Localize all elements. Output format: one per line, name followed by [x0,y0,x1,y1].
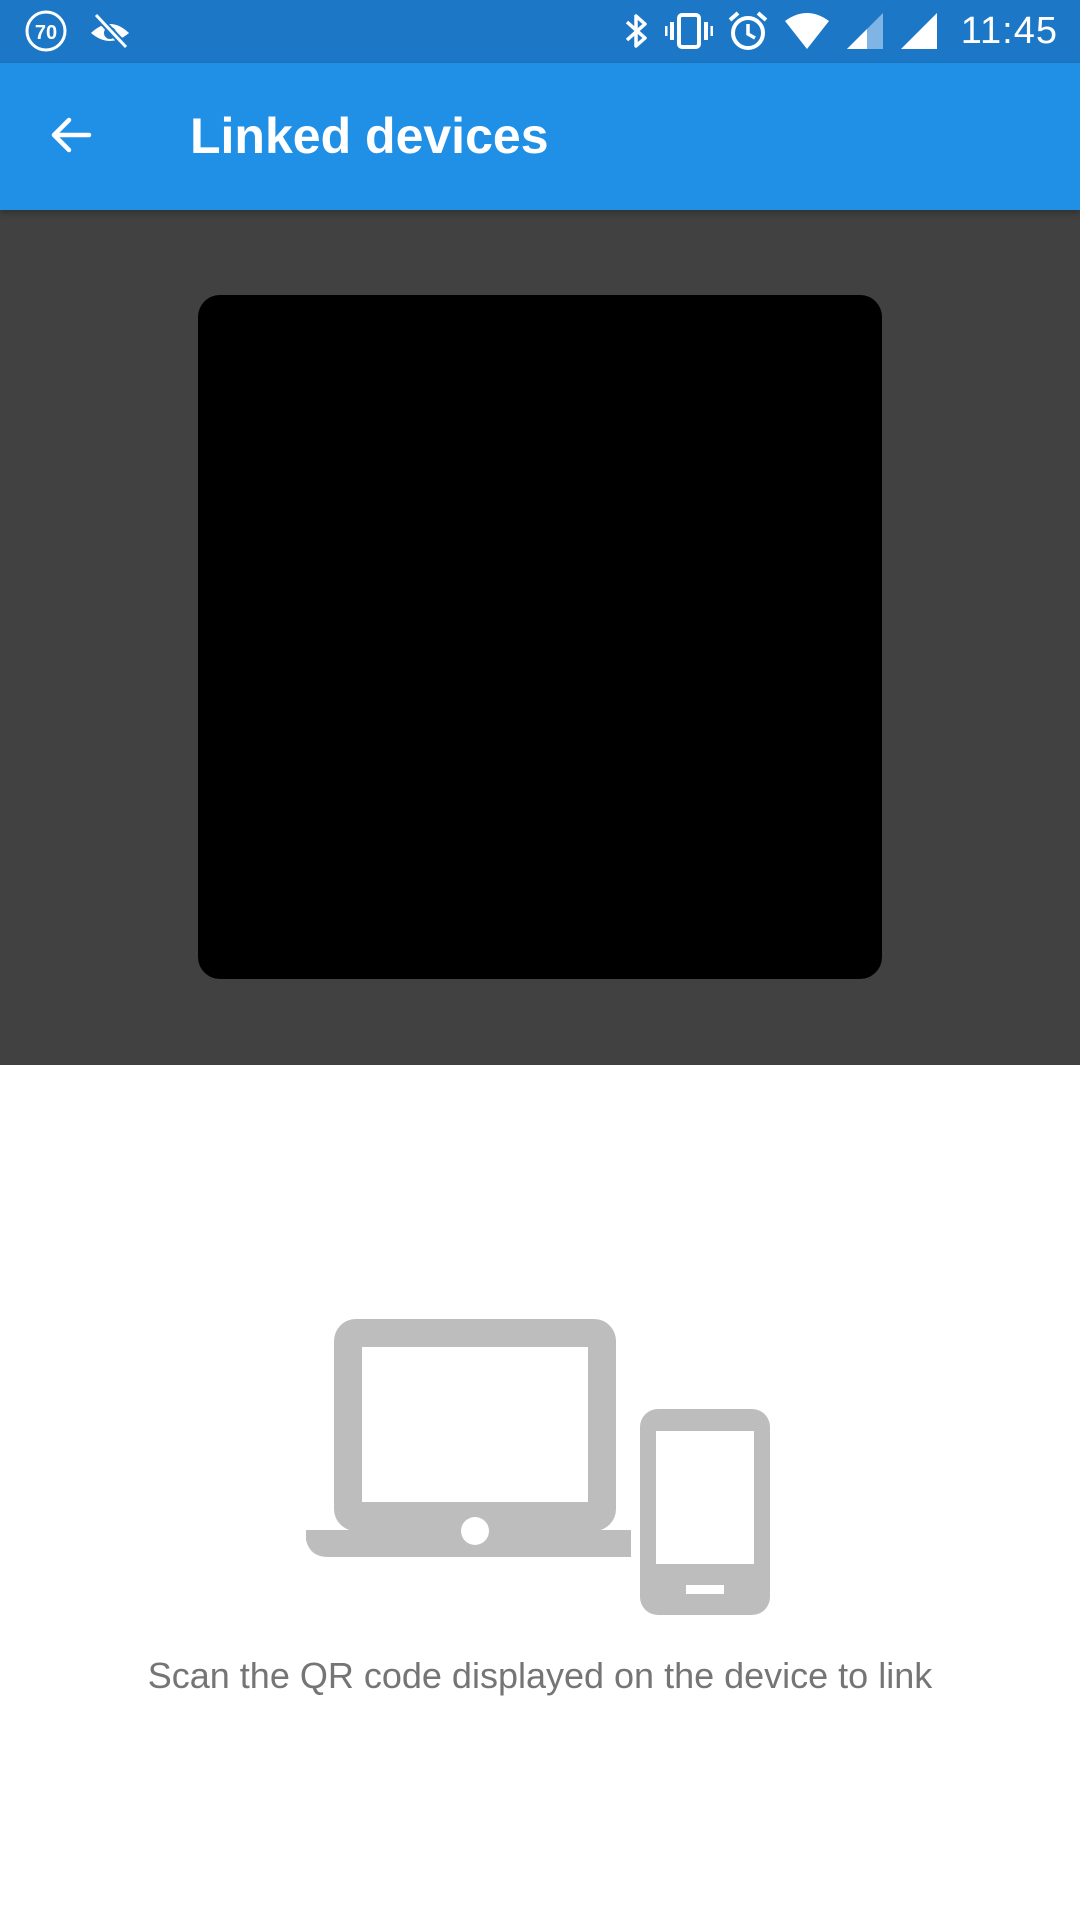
speed-limit-badge-icon: 70 [24,9,68,53]
app-bar: Linked devices [0,63,1080,210]
page-title: Linked devices [190,108,549,164]
speed-limit-value: 70 [35,22,57,44]
scan-instruction-text: Scan the QR code displayed on the device… [147,1655,933,1696]
alarm-icon [727,10,769,52]
status-bar: 70 11:45 [0,0,1080,63]
cell-signal-full-icon [899,11,939,51]
arrow-back-icon [47,111,95,164]
wifi-icon [783,11,831,51]
back-button[interactable] [38,104,104,170]
eye-off-icon [88,11,132,51]
qr-scanner-area [0,210,1080,1065]
vibrate-icon [664,11,713,51]
laptop-and-phone-icon [300,1315,780,1617]
qr-scanner-viewfinder[interactable] [198,295,882,979]
clock-time: 11:45 [960,9,1058,52]
cell-signal-icon [845,11,885,51]
bluetooth-icon [621,10,651,52]
